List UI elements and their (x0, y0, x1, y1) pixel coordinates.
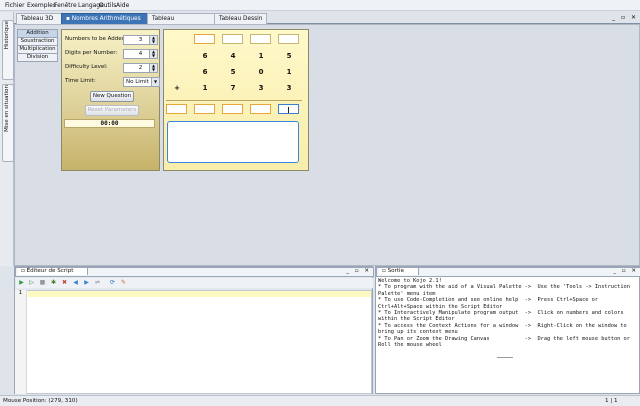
menu-bar: Fichier Exemples Fenêtre Langage Outils … (0, 0, 640, 11)
carry-box[interactable] (250, 34, 271, 44)
spinner-arrows-icon[interactable]: ▲ ▼ (149, 64, 157, 72)
plus-operator: + (174, 84, 180, 92)
sidebar-tab-situation[interactable]: Mise en situation (2, 84, 14, 162)
text-cursor (288, 107, 289, 113)
menu-fenetre[interactable]: Fenêtre (54, 2, 77, 9)
output-separator (497, 357, 513, 358)
reset-parameters-button[interactable]: Reset Parameters (85, 105, 139, 116)
side-strip: Historique Mise en situation (0, 12, 14, 266)
answer-digit-box[interactable] (250, 104, 271, 114)
script-editor[interactable] (15, 290, 372, 394)
script-editor-tab[interactable]: ▫ Éditeur de Script (18, 268, 89, 275)
carry-box[interactable] (194, 34, 215, 44)
menu-exemples[interactable]: Exemples (27, 2, 56, 9)
script-editor-header: ▫ Éditeur de Script _ ▫ ✕ (15, 267, 374, 277)
history-back-icon[interactable]: ◀ (72, 279, 79, 286)
stop-icon[interactable]: ■ (39, 279, 46, 286)
digits-spinner[interactable]: 4 ▲ ▼ (123, 49, 158, 59)
sum-line (166, 100, 302, 101)
digit: 6 (202, 68, 208, 76)
numbers-spinner[interactable]: 3 ▲ ▼ (123, 35, 158, 45)
main-tab-bar: Tableau 3D ▪ Nombres Arithmétiques Table… (14, 13, 640, 32)
panel-window-controls[interactable]: _ ▫ ✕ (346, 268, 371, 275)
digit: 6 (202, 52, 208, 60)
digit: 0 (258, 68, 264, 76)
digit: 1 (258, 52, 264, 60)
cursor-position: 1 | 1 (605, 398, 618, 404)
window-controls[interactable]: _ ▫ ✕ (612, 14, 638, 21)
mouse-position: Mouse Position: (279, 310) (3, 398, 78, 404)
clear-output-icon[interactable]: ✎ (120, 279, 127, 286)
new-question-button[interactable]: New Question (90, 91, 134, 102)
debug-icon[interactable]: ✱ (50, 279, 57, 286)
timer-display: 00:00 (64, 119, 155, 128)
run-icon[interactable]: ▶ (18, 279, 25, 286)
digit: 3 (286, 84, 292, 92)
difficulty-spinner[interactable]: 2 ▲ ▼ (123, 63, 158, 73)
history-forward-icon[interactable]: ▶ (83, 279, 90, 286)
digit: 1 (286, 68, 292, 76)
spinner-arrows-icon[interactable]: ▲ ▼ (149, 50, 157, 58)
status-bar: Mouse Position: (279, 310) 1 | 1 (0, 395, 640, 406)
menu-aide[interactable]: Aide (116, 2, 129, 9)
clear-icon[interactable]: ✖ (61, 279, 68, 286)
script-toolbar: ▶ ▷ ■ ✱ ✖ ◀ ▶ ⇌ ⟳ ✎ (16, 278, 373, 288)
answer-digit-box[interactable] (194, 104, 215, 114)
output-tab[interactable]: ▫ Sortie (379, 268, 420, 275)
carry-box[interactable] (222, 34, 243, 44)
output-header: ▫ Sortie _ ▫ ✕ (376, 267, 640, 277)
answer-area[interactable] (167, 121, 299, 163)
control-panel: Numbers to be Added: 3 ▲ ▼ Digits per Numb… (61, 29, 160, 171)
operation-division[interactable]: Division (17, 53, 58, 62)
operation-list: Addition Soustraction Multiplication Div… (17, 29, 58, 271)
menu-fichier[interactable]: Fichier (5, 2, 25, 9)
current-line-highlight (28, 291, 371, 297)
chevron-down-icon: ▼ (151, 78, 159, 86)
digit: 7 (230, 84, 236, 92)
spinner-arrows-icon[interactable]: ▲ ▼ (149, 36, 157, 44)
time-label: Time Limit: (65, 78, 96, 84)
answer-digit-box-active[interactable] (278, 104, 299, 114)
time-limit-select[interactable]: No Limit ▼ (123, 77, 160, 87)
run-worksheet-icon[interactable]: ▷ (28, 279, 35, 286)
output-text: Welcome to Kojo 2.1! * To program with t… (378, 278, 630, 349)
answer-digit-box[interactable] (222, 104, 243, 114)
sidebar-tab-history[interactable]: Historique (2, 20, 14, 80)
difficulty-label: Difficulty Level: (65, 64, 108, 70)
panel-window-controls[interactable]: _ ▫ ✕ (613, 268, 638, 275)
line-number-gutter: 1 (15, 290, 27, 394)
menu-outils[interactable]: Outils (99, 2, 116, 9)
digit: 3 (258, 84, 264, 92)
digits-label: Digits per Number: (65, 50, 118, 56)
format-icon[interactable]: ⇌ (94, 279, 101, 286)
digit: 4 (230, 52, 236, 60)
refresh-icon[interactable]: ⟳ (109, 279, 116, 286)
digit: 5 (286, 52, 292, 60)
carry-box[interactable] (278, 34, 299, 44)
answer-digit-box[interactable] (166, 104, 187, 114)
digit: 1 (202, 84, 208, 92)
numbers-label: Numbers to be Added: (65, 36, 127, 42)
digit: 5 (230, 68, 236, 76)
